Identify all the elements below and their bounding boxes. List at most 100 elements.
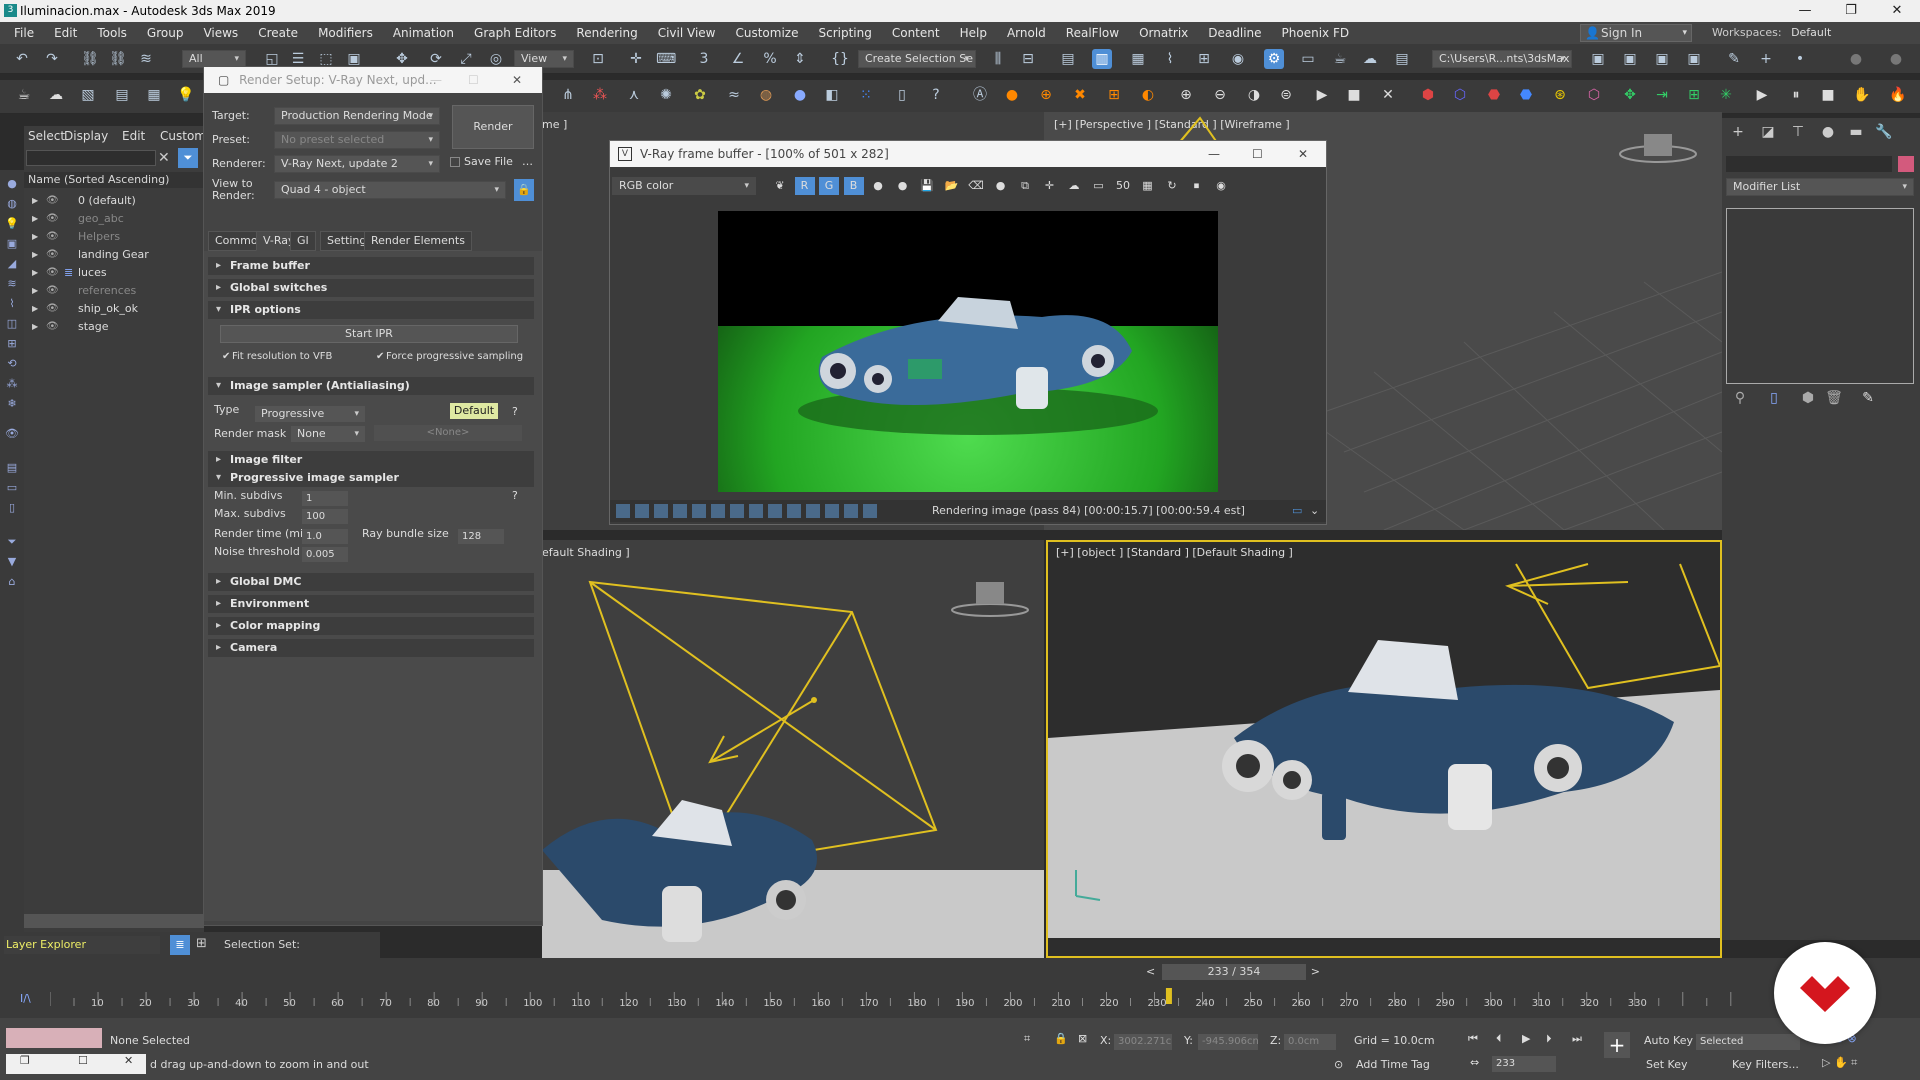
orange-crescent-icon[interactable]: ◐ bbox=[1138, 85, 1158, 105]
isolate-icon[interactable]: ⌗ bbox=[1024, 1032, 1030, 1046]
teapot-icon[interactable]: ☕ bbox=[14, 85, 34, 105]
lock-view-icon[interactable]: 🔒 bbox=[514, 179, 534, 201]
project-path-dropdown[interactable]: C:\Users\R...nts\3dsMax bbox=[1432, 50, 1572, 68]
expand-arrow-icon[interactable]: ▶ bbox=[32, 210, 38, 228]
bind-space-warp-icon[interactable]: ≋ bbox=[136, 49, 156, 69]
bone-icon[interactable]: ⌇ bbox=[3, 296, 21, 312]
search-input[interactable] bbox=[26, 150, 156, 166]
project-folder-icon[interactable]: ▣ bbox=[1588, 49, 1608, 69]
history-icon[interactable]: ● bbox=[991, 177, 1011, 195]
filter-toggle-icon[interactable]: ⏷ bbox=[178, 148, 198, 168]
clear-search-icon[interactable]: ✕ bbox=[158, 150, 170, 166]
material-icon[interactable]: ◧ bbox=[822, 85, 842, 105]
vfb-status-tool-icon[interactable] bbox=[635, 504, 649, 518]
section-image-sampler[interactable]: Image sampler (Antialiasing) bbox=[208, 377, 534, 395]
stamp-icon[interactable]: ▦ bbox=[1138, 177, 1158, 195]
xref-icon[interactable]: ⟲ bbox=[3, 356, 21, 372]
view-to-render-dropdown[interactable]: Quad 4 - object bbox=[274, 181, 506, 199]
render-mask-none-button[interactable]: <None> bbox=[374, 425, 522, 441]
maximize-icon[interactable]: ☐ bbox=[1252, 141, 1263, 167]
spinner-snap-icon[interactable]: ⇕ bbox=[790, 49, 810, 69]
default-button[interactable]: Default bbox=[450, 403, 498, 419]
section-ipr-options[interactable]: IPR options bbox=[208, 301, 534, 319]
tripod-icon[interactable]: ⋏ bbox=[624, 85, 644, 105]
layer-row[interactable]: ▶ 👁 stage bbox=[24, 318, 204, 336]
orange-sphere-icon[interactable]: ● bbox=[1002, 85, 1022, 105]
fit-resolution-checkbox[interactable]: ✔ bbox=[222, 351, 230, 362]
helper-icon[interactable]: ◢ bbox=[3, 256, 21, 272]
green-grid-icon[interactable]: ⊞ bbox=[1684, 85, 1704, 105]
timeline-mode-icon[interactable]: I/\ bbox=[20, 992, 31, 1005]
menu-content[interactable]: Content bbox=[882, 26, 950, 40]
horizontal-scrollbar[interactable] bbox=[24, 914, 204, 928]
pause-icon[interactable]: ⏸ bbox=[1786, 85, 1806, 105]
prev-key-icon[interactable]: ⏴ bbox=[1496, 1032, 1502, 1046]
fur-icon[interactable]: ◍ bbox=[756, 85, 776, 105]
vfb-status-tool-icon[interactable] bbox=[806, 504, 820, 518]
globe-white-icon[interactable]: ⊕ bbox=[1176, 85, 1196, 105]
vfb-status-tool-icon[interactable] bbox=[654, 504, 668, 518]
pivot-icon[interactable]: ⊡ bbox=[588, 49, 608, 69]
container-icon[interactable]: ⊞ bbox=[3, 336, 21, 352]
cube-red-icon[interactable]: ⬢ bbox=[1418, 85, 1438, 105]
close-icon[interactable]: ✕ bbox=[124, 1054, 133, 1067]
color-corrections-icon[interactable]: ❦ bbox=[770, 177, 790, 195]
menu-group[interactable]: Group bbox=[137, 26, 194, 40]
min-subdivs-spinner[interactable]: 1 bbox=[302, 491, 348, 506]
fire-icon[interactable]: 🔥 bbox=[1888, 85, 1908, 105]
eye-icon[interactable]: 👁 bbox=[3, 426, 21, 442]
orange-grid-icon[interactable]: ⊞ bbox=[1104, 85, 1124, 105]
current-frame-marker[interactable] bbox=[1165, 988, 1172, 1004]
vfb-status-tool-icon[interactable] bbox=[673, 504, 687, 518]
align-icon[interactable]: ⊟ bbox=[1018, 49, 1038, 69]
expand-arrow-icon[interactable]: ▶ bbox=[32, 228, 38, 246]
orange-globe-icon[interactable]: ⊕ bbox=[1036, 85, 1056, 105]
next-key-icon[interactable]: ⏵ bbox=[1546, 1032, 1552, 1046]
layers-icon[interactable]: ≣ bbox=[170, 935, 190, 955]
list-icon[interactable]: ▤ bbox=[112, 85, 132, 105]
image-icon[interactable]: ▧ bbox=[78, 85, 98, 105]
green-arrow-icon[interactable]: ⇥ bbox=[1652, 85, 1672, 105]
light-icon[interactable]: 💡 bbox=[3, 216, 21, 232]
sphere-grey-icon-2[interactable]: ● bbox=[1886, 49, 1906, 69]
menu-modifiers[interactable]: Modifiers bbox=[308, 26, 383, 40]
layer-row[interactable]: ▶ 👁 ship_ok_ok bbox=[24, 300, 204, 318]
auto-key-button[interactable]: Auto Key bbox=[1644, 1034, 1693, 1047]
load-image-icon[interactable]: 📂 bbox=[942, 177, 962, 195]
show-end-result-icon[interactable]: ▯ bbox=[1764, 388, 1784, 408]
menu-deadline[interactable]: Deadline bbox=[1198, 26, 1271, 40]
tab-gi[interactable]: GI bbox=[290, 231, 316, 251]
display-tab-icon[interactable]: ▬ bbox=[1846, 122, 1866, 142]
menu-create[interactable]: Create bbox=[248, 26, 308, 40]
object-name-field[interactable] bbox=[1726, 156, 1892, 172]
expand-arrow-icon[interactable]: ▶ bbox=[32, 246, 38, 264]
section-camera[interactable]: Camera bbox=[208, 639, 534, 657]
sign-in-button[interactable]: 👤 Sign In ▾ bbox=[1580, 24, 1692, 42]
clear-image-icon[interactable]: ⌫ bbox=[966, 177, 986, 195]
help-circle-icon[interactable]: ? bbox=[926, 85, 946, 105]
note-icon[interactable]: ▯ bbox=[3, 500, 21, 516]
select-manipulate-icon[interactable]: ✛ bbox=[626, 49, 646, 69]
modifier-stack[interactable] bbox=[1726, 208, 1914, 384]
section-frame-buffer[interactable]: Frame buffer bbox=[208, 257, 534, 275]
viewcube[interactable] bbox=[1619, 134, 1697, 163]
layer-row[interactable]: ▶ 👁 ≣ luces bbox=[24, 264, 204, 282]
help-button[interactable]: ? bbox=[512, 405, 518, 418]
tab-render-elements[interactable]: Render Elements bbox=[364, 231, 472, 251]
hand-icon[interactable]: ✋ bbox=[1852, 85, 1872, 105]
expand-arrow-icon[interactable]: ▶ bbox=[32, 192, 38, 210]
alpha-icon[interactable]: ● bbox=[868, 177, 888, 195]
render-in-cloud-icon[interactable]: ☁ bbox=[1360, 49, 1380, 69]
configure-sets-icon[interactable]: ✎ bbox=[1858, 388, 1878, 408]
render-setup-titlebar[interactable]: ▢ Render Setup: V-Ray Next, upd... — ☐ ✕ bbox=[204, 67, 542, 93]
particles-icon[interactable]: ⁂ bbox=[590, 85, 610, 105]
prev-frame-icon[interactable]: < bbox=[1146, 964, 1155, 980]
absolute-mode-icon[interactable]: ⊠ bbox=[1078, 1032, 1087, 1045]
vfb-status-tool-icon[interactable] bbox=[768, 504, 782, 518]
close-button[interactable]: ✕ bbox=[1874, 0, 1920, 22]
preset-dropdown[interactable]: No preset selected bbox=[274, 131, 440, 149]
angle-snap-icon[interactable]: ∠ bbox=[728, 49, 748, 69]
material-editor-icon[interactable]: ◉ bbox=[1228, 49, 1248, 69]
cube-blue-icon[interactable]: ⬡ bbox=[1450, 85, 1470, 105]
arnold-a-icon[interactable]: Ⓐ bbox=[970, 85, 990, 105]
